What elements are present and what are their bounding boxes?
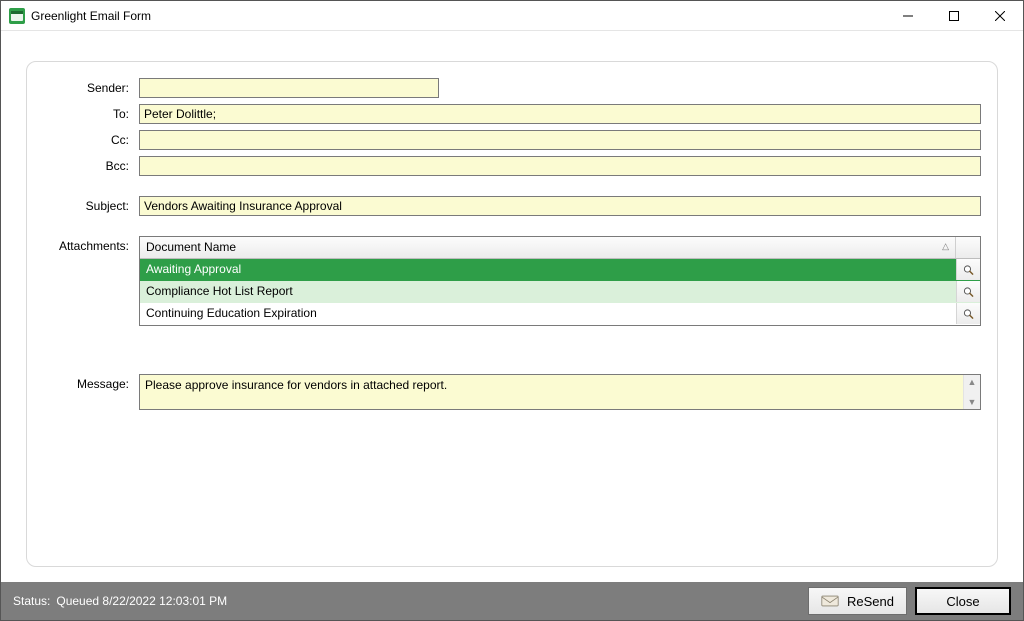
attachment-name: Continuing Education Expiration bbox=[140, 303, 956, 324]
attachment-name: Awaiting Approval bbox=[140, 259, 956, 280]
content-area: Sender: To: Cc: Bcc: Subject: Attachment… bbox=[1, 31, 1023, 582]
magnifier-icon bbox=[963, 285, 974, 299]
close-window-button[interactable] bbox=[977, 1, 1023, 31]
titlebar: Greenlight Email Form bbox=[1, 1, 1023, 31]
subject-label: Subject: bbox=[43, 196, 139, 213]
message-scrollbar[interactable]: ▲ ▼ bbox=[963, 375, 980, 409]
resend-button-label: ReSend bbox=[847, 594, 894, 609]
to-input[interactable] bbox=[139, 104, 981, 124]
window: Greenlight Email Form Sender: To: Cc: bbox=[0, 0, 1024, 621]
bcc-label: Bcc: bbox=[43, 156, 139, 173]
column-document-name[interactable]: Document Name △ bbox=[140, 237, 956, 258]
message-textarea[interactable] bbox=[140, 375, 963, 409]
statusbar: Status: Queued 8/22/2022 12:03:01 PM ReS… bbox=[1, 582, 1023, 620]
attachments-label: Attachments: bbox=[43, 236, 139, 253]
attachment-view-button[interactable] bbox=[956, 303, 980, 324]
cc-input[interactable] bbox=[139, 130, 981, 150]
attachment-view-button[interactable] bbox=[956, 259, 980, 280]
status-label: Status: bbox=[13, 594, 50, 608]
resend-button[interactable]: ReSend bbox=[808, 587, 907, 615]
scroll-down-icon: ▼ bbox=[968, 395, 977, 409]
close-button-label: Close bbox=[946, 594, 979, 609]
attachments-grid: Document Name △ Awaiting ApprovalComplia… bbox=[139, 236, 981, 326]
cc-label: Cc: bbox=[43, 130, 139, 147]
attachment-name: Compliance Hot List Report bbox=[140, 281, 956, 302]
sender-input[interactable] bbox=[139, 78, 439, 98]
message-label: Message: bbox=[43, 374, 139, 391]
window-title: Greenlight Email Form bbox=[31, 9, 151, 23]
attachment-row[interactable]: Awaiting Approval bbox=[140, 259, 980, 281]
sort-indicator-icon: △ bbox=[942, 241, 949, 252]
magnifier-icon bbox=[963, 263, 974, 277]
attachments-header[interactable]: Document Name △ bbox=[140, 237, 980, 259]
envelope-icon bbox=[821, 594, 839, 608]
column-action bbox=[956, 237, 980, 258]
scroll-up-icon: ▲ bbox=[968, 375, 977, 389]
attachment-row[interactable]: Compliance Hot List Report bbox=[140, 281, 980, 303]
minimize-button[interactable] bbox=[885, 1, 931, 31]
sender-label: Sender: bbox=[43, 78, 139, 95]
message-field-wrap: ▲ ▼ bbox=[139, 374, 981, 410]
status-text: Queued 8/22/2022 12:03:01 PM bbox=[56, 594, 227, 608]
close-button[interactable]: Close bbox=[915, 587, 1011, 615]
maximize-button[interactable] bbox=[931, 1, 977, 31]
app-icon bbox=[9, 8, 25, 24]
attachment-view-button[interactable] bbox=[956, 281, 980, 302]
attachment-row[interactable]: Continuing Education Expiration bbox=[140, 303, 980, 325]
subject-input[interactable] bbox=[139, 196, 981, 216]
magnifier-icon bbox=[963, 307, 974, 321]
form-panel: Sender: To: Cc: Bcc: Subject: Attachment… bbox=[26, 61, 998, 567]
to-label: To: bbox=[43, 104, 139, 121]
attachments-body: Awaiting ApprovalCompliance Hot List Rep… bbox=[140, 259, 980, 325]
column-document-name-label: Document Name bbox=[146, 240, 236, 254]
bcc-input[interactable] bbox=[139, 156, 981, 176]
